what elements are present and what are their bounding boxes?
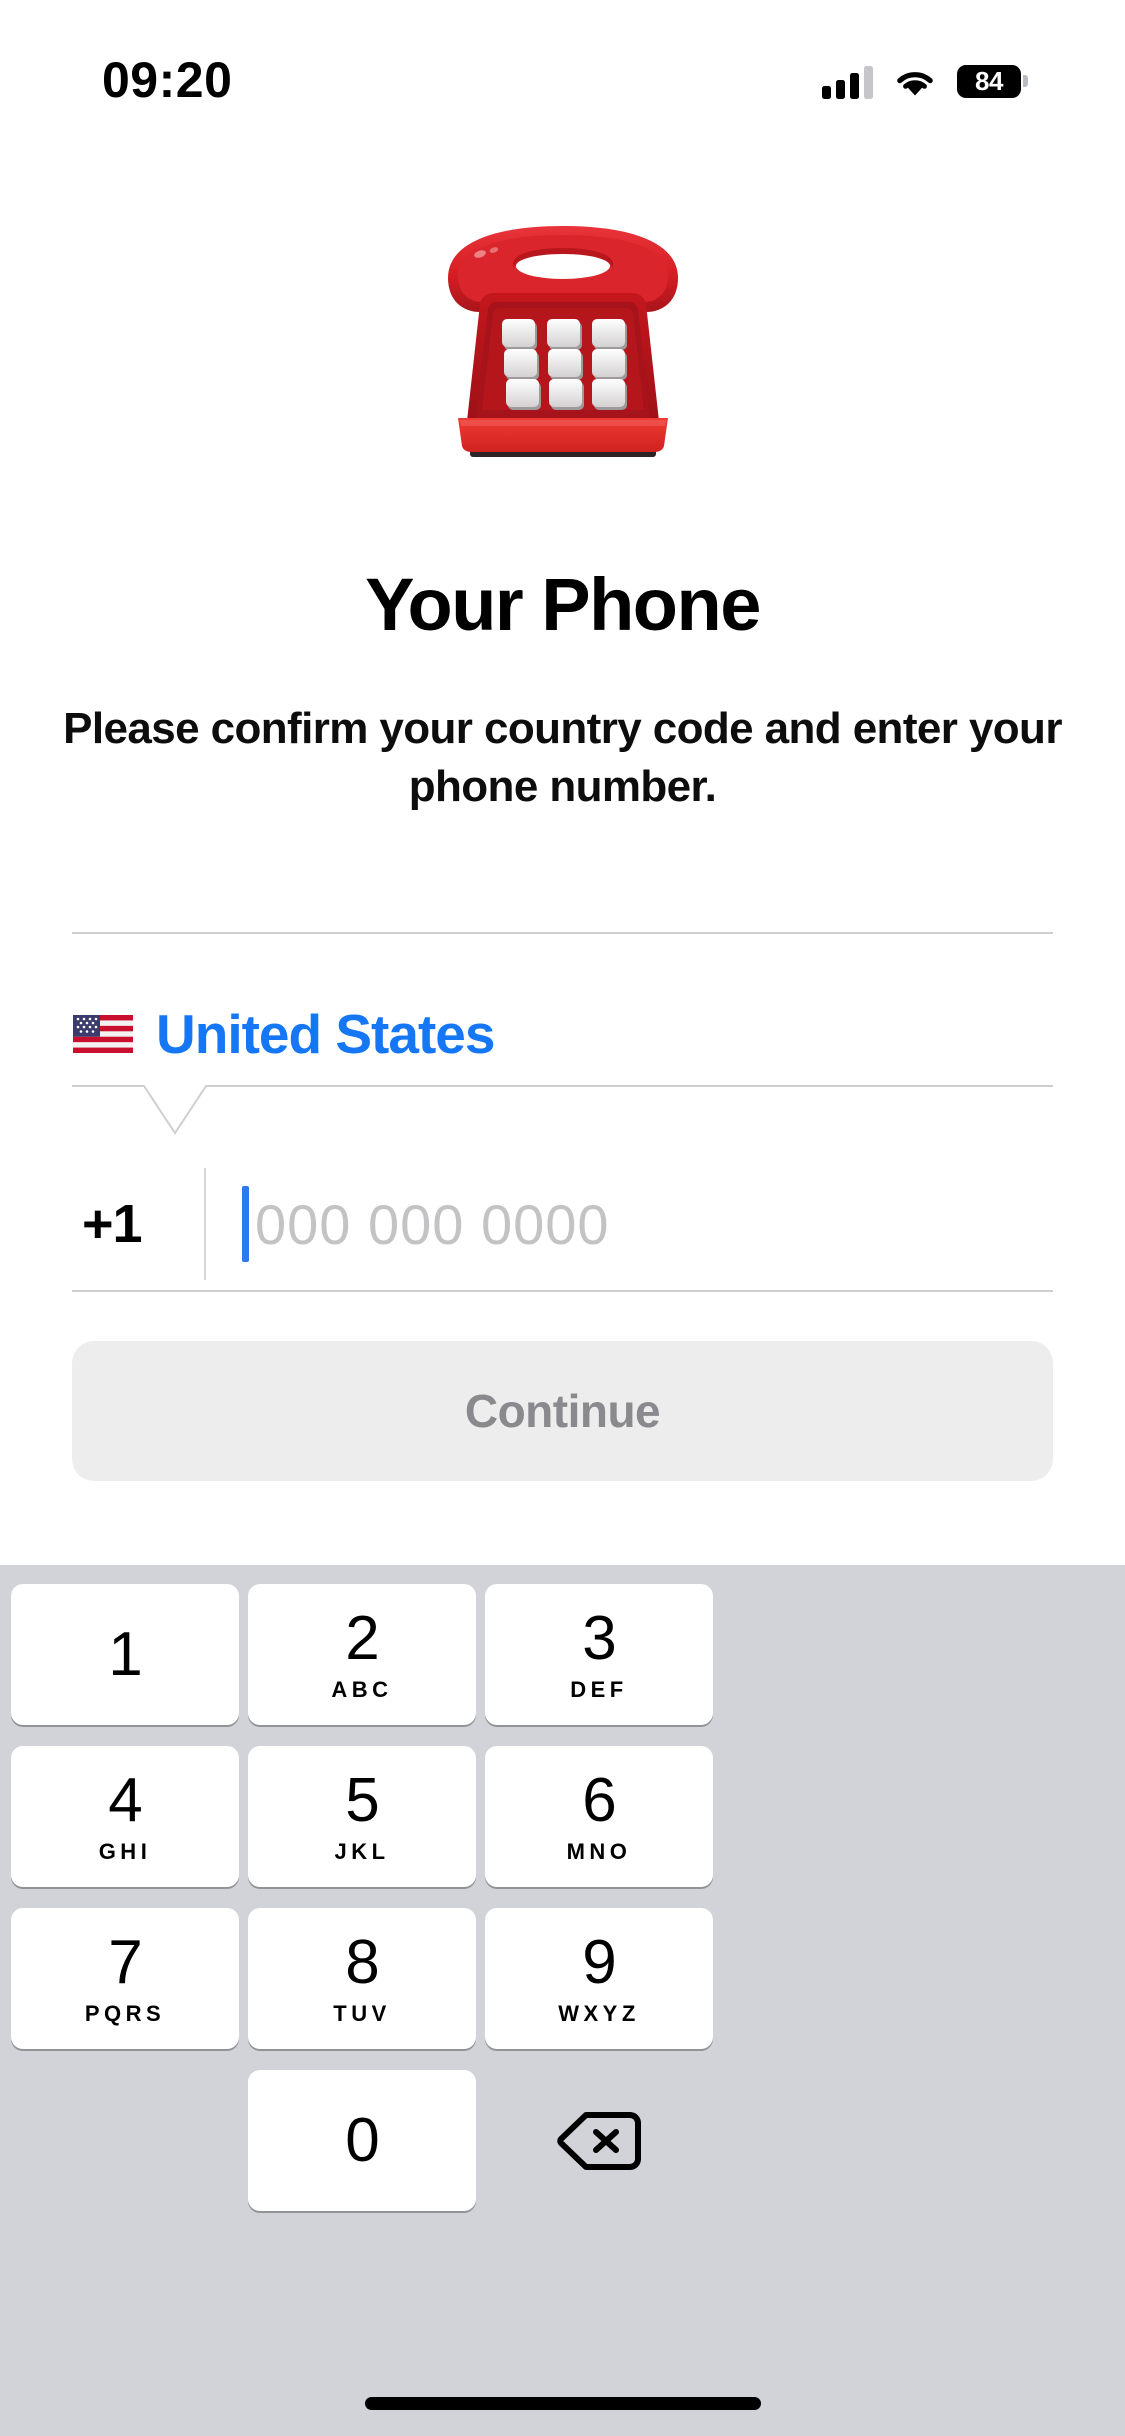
us-flag-icon: [72, 1013, 134, 1055]
divider-below-phone: [72, 1290, 1053, 1292]
key-letters: DEF: [570, 1677, 628, 1702]
wifi-icon: [893, 66, 937, 99]
country-name-label: United States: [156, 1003, 495, 1065]
phone-number-input-row[interactable]: +1 000 000 0000: [72, 1160, 1053, 1288]
keypad-row: 1 2 ABC 3 DEF: [11, 1584, 1114, 1725]
key-3[interactable]: 3 DEF: [485, 1584, 713, 1725]
key-digit: 7: [108, 1928, 142, 1997]
key-1[interactable]: 1: [11, 1584, 239, 1725]
home-indicator: [364, 2397, 761, 2410]
key-digit: 6: [582, 1766, 616, 1835]
status-bar: 09:20 84: [0, 0, 1125, 132]
divider-above-country: [72, 932, 1053, 934]
key-letters: GHI: [98, 1839, 152, 1864]
key-6[interactable]: 6 MNO: [485, 1746, 713, 1887]
key-letters: ABC: [331, 1677, 393, 1702]
page-subtitle: Please confirm your country code and ent…: [63, 704, 1062, 812]
keypad-grid: 1 2 ABC 3 DEF 4 GHI 5 JKL 6 MNO 7 PQRS 8…: [11, 1584, 1114, 2211]
key-letters: TUV: [333, 2001, 391, 2026]
backspace-key[interactable]: [485, 2070, 713, 2211]
key-digit: 2: [345, 1604, 379, 1673]
status-bar-time: 09:20: [102, 52, 233, 108]
key-5[interactable]: 5 JKL: [248, 1746, 476, 1887]
phone-number-input[interactable]: 000 000 0000: [242, 1160, 1053, 1288]
key-digit: 8: [345, 1928, 379, 1997]
continue-button[interactable]: Continue: [72, 1341, 1053, 1481]
key-4[interactable]: 4 GHI: [11, 1746, 239, 1887]
battery-percent-label: 84: [975, 65, 1003, 96]
key-letters: JKL: [334, 1839, 390, 1864]
telephone-emoji: [0, 218, 1125, 488]
numeric-keypad: 1 2 ABC 3 DEF 4 GHI 5 JKL 6 MNO 7 PQRS 8…: [0, 1565, 1125, 2436]
keypad-row: 7 PQRS 8 TUV 9 WXYZ: [11, 1908, 1114, 2049]
keypad-empty-slot: [11, 2070, 239, 2211]
key-7[interactable]: 7 PQRS: [11, 1908, 239, 2049]
field-separator: [204, 1168, 206, 1280]
key-digit: 4: [108, 1766, 142, 1835]
key-letters: WXYZ: [558, 2001, 640, 2026]
keypad-row: 0: [11, 2070, 1114, 2211]
keypad-row: 4 GHI 5 JKL 6 MNO: [11, 1746, 1114, 1887]
key-digit: 5: [345, 1766, 379, 1835]
backspace-delete-icon: [556, 2109, 642, 2173]
dial-code-label: +1: [82, 1194, 143, 1254]
key-9[interactable]: 9 WXYZ: [485, 1908, 713, 2049]
text-caret: [242, 1186, 249, 1262]
phone-number-placeholder: 000 000 0000: [255, 1192, 610, 1256]
key-letters: MNO: [566, 1839, 632, 1864]
key-digit: 3: [582, 1604, 616, 1673]
phone-entry-screen: 09:20 84 Your Phone Please confirm your …: [0, 0, 1125, 2436]
key-letters: PQRS: [84, 2001, 166, 2026]
key-8[interactable]: 8 TUV: [248, 1908, 476, 2049]
status-bar-icons: 84: [822, 64, 1028, 99]
key-2[interactable]: 2 ABC: [248, 1584, 476, 1725]
continue-button-label: Continue: [464, 1385, 661, 1437]
cellular-bars-icon: [822, 65, 873, 99]
divider-with-notch: [72, 1085, 1053, 1171]
country-selector[interactable]: United States: [72, 975, 1053, 1093]
key-digit: 1: [108, 1619, 142, 1689]
key-digit: 9: [582, 1928, 616, 1997]
key-0[interactable]: 0: [248, 2070, 476, 2211]
key-digit: 0: [345, 2105, 379, 2175]
battery-icon: 84: [957, 64, 1028, 99]
page-title: Your Phone: [365, 563, 761, 646]
